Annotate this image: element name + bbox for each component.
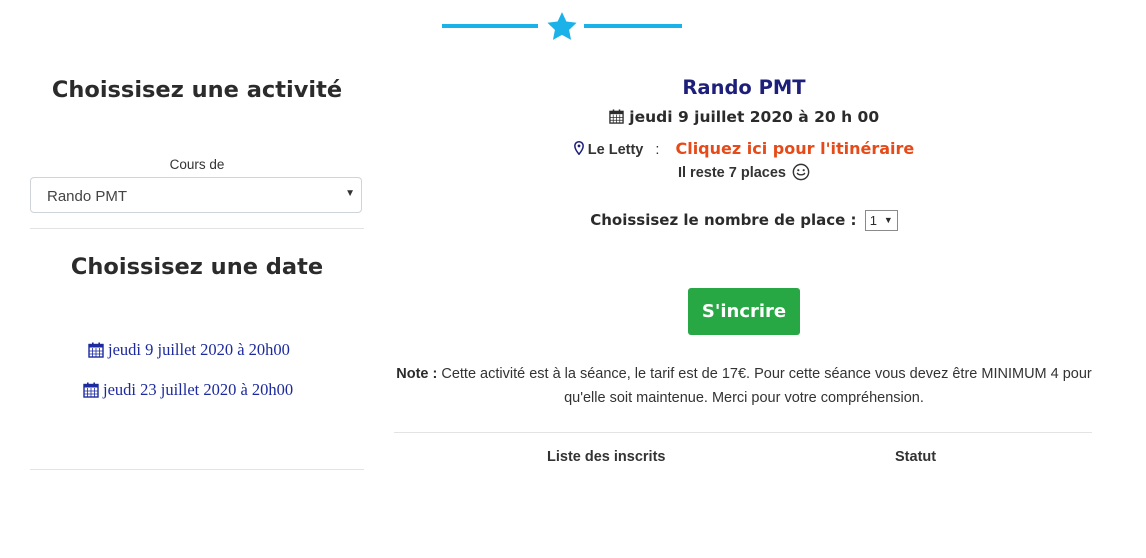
calendar-icon xyxy=(609,109,624,124)
date-link-1[interactable]: jeudi 9 juillet 2020 à 20h00 xyxy=(88,340,290,360)
places-choice-label: Choissisez le nombre de place : xyxy=(590,211,857,229)
activity-datetime-row: jeudi 9 juillet 2020 à 20 h 00 xyxy=(394,108,1094,126)
divider xyxy=(394,432,1092,433)
location-separator: : xyxy=(655,142,660,158)
activity-note: Note : Cette activité est à la séance, l… xyxy=(394,362,1094,410)
date-link-label: jeudi 9 juillet 2020 à 20h00 xyxy=(108,340,290,359)
calendar-icon xyxy=(88,342,104,358)
smile-icon xyxy=(792,163,810,181)
chevron-down-icon: ▼ xyxy=(345,188,355,199)
places-select[interactable]: 1 ▼ xyxy=(864,210,898,231)
chevron-down-icon: ▼ xyxy=(883,215,893,225)
places-select-value: 1 xyxy=(869,213,877,228)
places-remaining: Il reste 7 places xyxy=(677,165,786,181)
register-button[interactable]: S'incrire xyxy=(688,288,800,335)
activity-title: Rando PMT xyxy=(682,76,806,99)
location-name: Le Letty xyxy=(587,142,644,158)
star-icon xyxy=(547,12,577,40)
divider xyxy=(30,469,364,470)
itinerary-link[interactable]: Cliquez ici pour l'itinéraire xyxy=(675,139,914,158)
table-header-statut: Statut xyxy=(895,449,937,465)
table-header-inscrits: Liste des inscrits xyxy=(547,449,666,465)
activity-select-label: Cours de xyxy=(169,157,225,172)
calendar-icon xyxy=(83,382,99,398)
places-choice-row: Choissisez le nombre de place : 1 ▼ xyxy=(394,210,1094,231)
map-marker-icon xyxy=(573,140,584,156)
divider-line-right xyxy=(584,24,682,28)
location-row: Le Letty : Cliquez ici pour l'itinéraire xyxy=(394,139,1094,158)
places-remaining-row: Il reste 7 places xyxy=(394,163,1094,181)
activity-select-value: Rando PMT xyxy=(47,188,128,205)
divider-line-left xyxy=(442,24,538,28)
divider xyxy=(30,228,364,229)
activity-heading: Choissisez une activité xyxy=(51,77,343,103)
note-label: Note : xyxy=(396,366,438,382)
date-heading: Choissisez une date xyxy=(70,254,324,280)
date-link-2[interactable]: jeudi 23 juillet 2020 à 20h00 xyxy=(83,380,293,400)
note-text: Cette activité est à la séance, le tarif… xyxy=(437,366,1092,406)
date-link-label: jeudi 23 juillet 2020 à 20h00 xyxy=(103,380,294,399)
activity-datetime: jeudi 9 juillet 2020 à 20 h 00 xyxy=(629,108,880,126)
activity-select[interactable]: Rando PMT ▼ xyxy=(30,177,362,213)
